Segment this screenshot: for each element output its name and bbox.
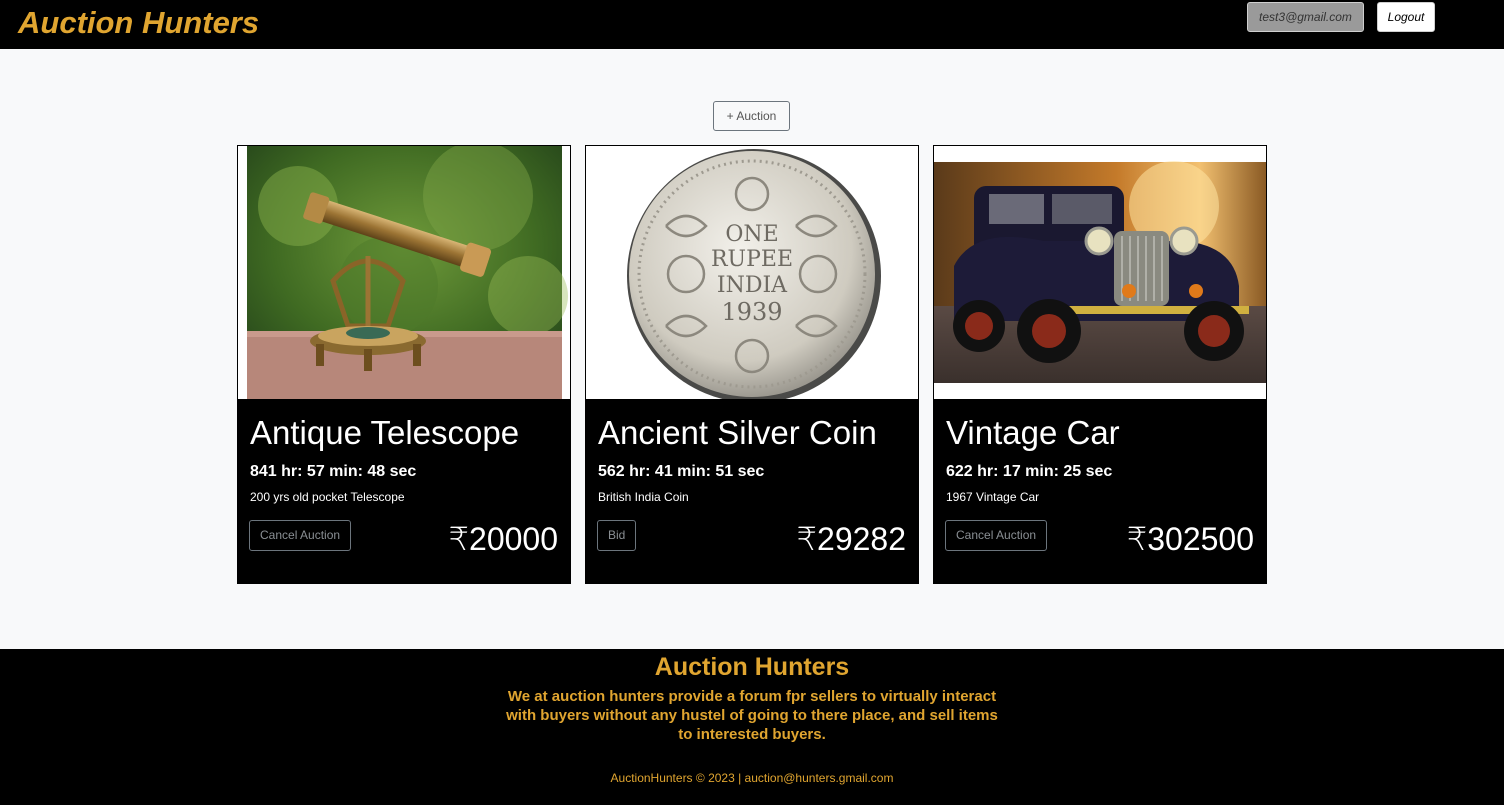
footer-tagline: We at auction hunters provide a forum fp… (506, 688, 998, 743)
brand-logo[interactable]: Auction Hunters (18, 3, 259, 43)
countdown-timer: 841 hr: 57 min: 48 sec (250, 463, 417, 480)
svg-text:ONE: ONE (725, 222, 778, 247)
countdown-timer: 622 hr: 17 min: 25 sec (946, 463, 1113, 480)
auction-card-body: Vintage Car 622 hr: 17 min: 25 sec 1967 … (934, 399, 1266, 583)
auction-description: 1967 Vintage Car (946, 490, 1040, 504)
auction-item-image: ONE RUPEE INDIA 1939 (586, 146, 918, 399)
auction-card-body: Antique Telescope 841 hr: 57 min: 48 sec… (238, 399, 570, 583)
auction-description: 200 yrs old pocket Telescope (250, 490, 405, 504)
auction-card: ONE RUPEE INDIA 1939 Ancient Silver Coin… (585, 145, 919, 584)
auction-title: Ancient Silver Coin (598, 414, 877, 451)
svg-text:1939: 1939 (721, 298, 782, 326)
user-email-badge: test3@gmail.com (1247, 2, 1364, 32)
auction-card-body: Ancient Silver Coin 562 hr: 41 min: 51 s… (586, 399, 918, 583)
telescope-image (247, 146, 568, 399)
countdown-timer: 562 hr: 41 min: 51 sec (598, 463, 765, 480)
vintage-car-image (934, 146, 1266, 399)
cancel-auction-button[interactable]: Cancel Auction (249, 520, 352, 551)
silver-coin-image: ONE RUPEE INDIA 1939 (586, 146, 918, 399)
auction-description: British India Coin (598, 490, 689, 504)
svg-text:RUPEE: RUPEE (711, 247, 793, 272)
auction-card: Antique Telescope 841 hr: 57 min: 48 sec… (237, 145, 571, 584)
auction-title: Antique Telescope (250, 414, 520, 451)
add-auction-button[interactable]: + Auction (713, 101, 790, 131)
bid-button[interactable]: Bid (597, 520, 637, 551)
auction-item-image (934, 146, 1266, 399)
auction-item-image (238, 146, 570, 399)
auction-price: ₹20000 (448, 521, 558, 557)
footer-copyright: AuctionHunters © 2023 | auction@hunters.… (610, 771, 894, 785)
auction-title: Vintage Car (946, 414, 1120, 451)
auction-price: ₹29282 (796, 521, 906, 557)
auction-card: Vintage Car 622 hr: 17 min: 25 sec 1967 … (933, 145, 1267, 584)
cancel-auction-button[interactable]: Cancel Auction (945, 520, 1048, 551)
auction-price: ₹302500 (1126, 521, 1254, 557)
top-navbar: Auction Hunters test3@gmail.com Logout (0, 0, 1504, 49)
site-footer: Auction Hunters We at auction hunters pr… (0, 649, 1504, 805)
footer-title: Auction Hunters (654, 653, 850, 681)
svg-text:INDIA: INDIA (717, 273, 788, 298)
logout-button[interactable]: Logout (1377, 2, 1435, 32)
